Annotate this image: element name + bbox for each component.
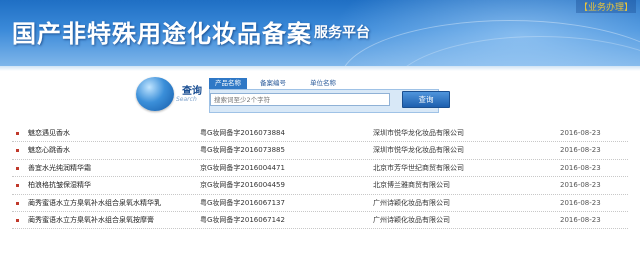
tab-company-name[interactable]: 单位名称 <box>304 78 342 89</box>
product-name-link[interactable]: 善宜水光纯润精华霜 <box>28 160 91 177</box>
record-date: 2016-08-23 <box>560 146 601 155</box>
product-name-link[interactable]: 魅恋心跳香水 <box>28 142 70 159</box>
record-date: 2016-08-23 <box>560 181 601 190</box>
company-name: 深圳市悦华龙化妆品有限公司 <box>373 146 464 155</box>
product-name-link[interactable]: 蔺秀蜜语水立方臬氧补水组合泉氧按摩膏 <box>28 212 154 229</box>
header-banner: 国产非特殊用途化妆品备案 服务平台 【业务办理】 <box>0 0 640 66</box>
record-code: 粤G妆网备字2016073885 <box>200 146 285 155</box>
list-item[interactable]: 魅恋心跳香水 粤G妆网备字2016073885 深圳市悦华龙化妆品有限公司 20… <box>12 142 628 160</box>
list-item[interactable]: 蔺秀蜜语水立方臬氧补水组合泉氧水精华乳 粤G妆网备字2016067137 广州诗… <box>12 195 628 212</box>
bullet-icon <box>16 184 19 188</box>
page-title: 国产非特殊用途化妆品备案 <box>12 19 312 48</box>
bullet-icon <box>16 149 19 153</box>
record-list: 魅恋遇见香水 粤G妆网备字2016073884 深圳市悦华龙化妆品有限公司 20… <box>12 125 628 230</box>
bullet-icon <box>16 218 19 222</box>
bullet-icon <box>16 201 19 205</box>
search-panel: 查询 Search 产品名称 备案编号 单位名称 查询 <box>0 71 640 115</box>
bullet-icon <box>16 166 19 170</box>
company-name: 深圳市悦华龙化妆品有限公司 <box>373 129 464 137</box>
page-subtitle: 服务平台 <box>314 25 370 41</box>
list-item[interactable]: 魅恋遇见香水 粤G妆网备字2016073884 深圳市悦华龙化妆品有限公司 20… <box>12 125 628 143</box>
search-section-subtitle: Search <box>176 96 197 103</box>
record-code: 粤G妆网备字2016067137 <box>200 198 285 207</box>
record-code: 京G妆网备字2016004471 <box>200 163 285 172</box>
search-button[interactable]: 查询 <box>402 91 450 108</box>
record-code: 粤G妆网备字2016073884 <box>200 129 285 137</box>
list-item[interactable]: 善宜水光纯润精华霜 京G妆网备字2016004471 北京市芳华世纪商贸有限公司… <box>12 160 628 178</box>
product-name-link[interactable]: 柏浪格抗皱保湿精华 <box>28 177 91 194</box>
tab-record-number[interactable]: 备案编号 <box>254 78 292 89</box>
company-name: 广州诗颖化妆品有限公司 <box>373 215 450 224</box>
search-section-title: 查询 <box>182 86 202 97</box>
product-name-link[interactable]: 蔺秀蜜语水立方臬氧补水组合泉氧水精华乳 <box>28 195 161 212</box>
search-input[interactable] <box>210 93 390 106</box>
list-item[interactable]: 柏浪格抗皱保湿精华 京G妆网备字2016004459 北京博兰雅商贸有限公司 2… <box>12 177 628 195</box>
bullet-icon <box>16 132 19 135</box>
record-date: 2016-08-23 <box>560 129 601 137</box>
company-name: 广州诗颖化妆品有限公司 <box>373 198 450 207</box>
record-code: 粤G妆网备字2016067142 <box>200 215 285 224</box>
record-code: 京G妆网备字2016004459 <box>200 181 285 190</box>
tab-product-name[interactable]: 产品名称 <box>209 78 247 89</box>
record-date: 2016-08-23 <box>560 198 601 207</box>
globe-icon <box>136 77 174 111</box>
company-name: 北京博兰雅商贸有限公司 <box>373 181 450 190</box>
business-link[interactable]: 【业务办理】 <box>575 0 636 13</box>
record-date: 2016-08-23 <box>560 163 601 172</box>
list-item[interactable]: 蔺秀蜜语水立方臬氧补水组合泉氧按摩膏 粤G妆网备字2016067142 广州诗颖… <box>12 212 628 230</box>
company-name: 北京市芳华世纪商贸有限公司 <box>373 163 464 172</box>
product-name-link[interactable]: 魅恋遇见香水 <box>28 125 70 142</box>
record-date: 2016-08-23 <box>560 215 601 224</box>
